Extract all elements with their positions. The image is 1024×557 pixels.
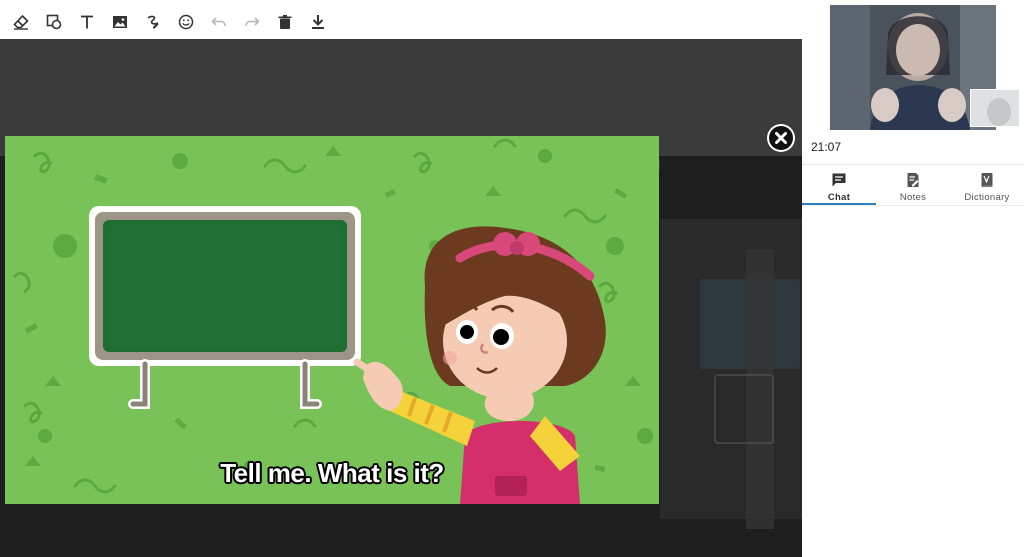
session-timer: 21:07 [811, 140, 842, 154]
emoji-tool-button[interactable] [169, 7, 202, 37]
notes-icon [907, 173, 919, 187]
tab-notes[interactable]: Notes [876, 165, 950, 204]
tab-dictionary[interactable]: Dictionary [950, 165, 1024, 204]
chat-icon [832, 173, 846, 187]
undo-button[interactable] [202, 7, 235, 37]
classroom-app: Tell me. What is it? 21:07 Chat Notes Di… [0, 0, 1024, 557]
tab-notes-label: Notes [899, 192, 927, 203]
tab-dictionary-label: Dictionary [964, 192, 1010, 203]
dimmed-frame [714, 374, 774, 444]
side-panel-tabs: Chat Notes Dictionary [802, 164, 1024, 204]
student-self-view [970, 89, 1020, 127]
video-subtitle: Tell me. What is it? [220, 458, 444, 488]
download-icon [311, 15, 324, 29]
download-button[interactable] [301, 7, 334, 37]
tab-chat-label: Chat [827, 192, 851, 203]
tab-chat[interactable]: Chat [802, 165, 876, 204]
redo-icon [244, 17, 260, 27]
close-video-button[interactable] [767, 124, 795, 152]
student-silhouette [971, 90, 1019, 126]
dimmed-slide-panel [660, 219, 802, 519]
side-panel: 21:07 Chat Notes Dictionary [802, 130, 1024, 557]
clear-board-button[interactable] [268, 7, 301, 37]
trash-icon [278, 15, 291, 29]
video-player[interactable]: Tell me. What is it? [5, 136, 659, 504]
dictionary-icon [981, 173, 993, 187]
image-tool-button[interactable] [103, 7, 136, 37]
image-icon [112, 16, 127, 28]
cartoon-scene [5, 136, 659, 504]
text-icon [80, 15, 93, 29]
whiteboard-toolbar [0, 5, 802, 39]
redo-button[interactable] [235, 7, 268, 37]
undo-icon [210, 17, 226, 27]
text-tool-button[interactable] [70, 7, 103, 37]
shapes-icon [46, 14, 61, 30]
pen-icon [146, 15, 158, 29]
shapes-tool-button[interactable] [37, 7, 70, 37]
pen-tool-button[interactable] [136, 7, 169, 37]
eraser-tool-button[interactable] [4, 7, 37, 37]
eraser-icon [12, 14, 29, 30]
close-icon [769, 126, 793, 150]
emoji-icon [178, 14, 193, 30]
tabs-divider [802, 205, 1024, 206]
